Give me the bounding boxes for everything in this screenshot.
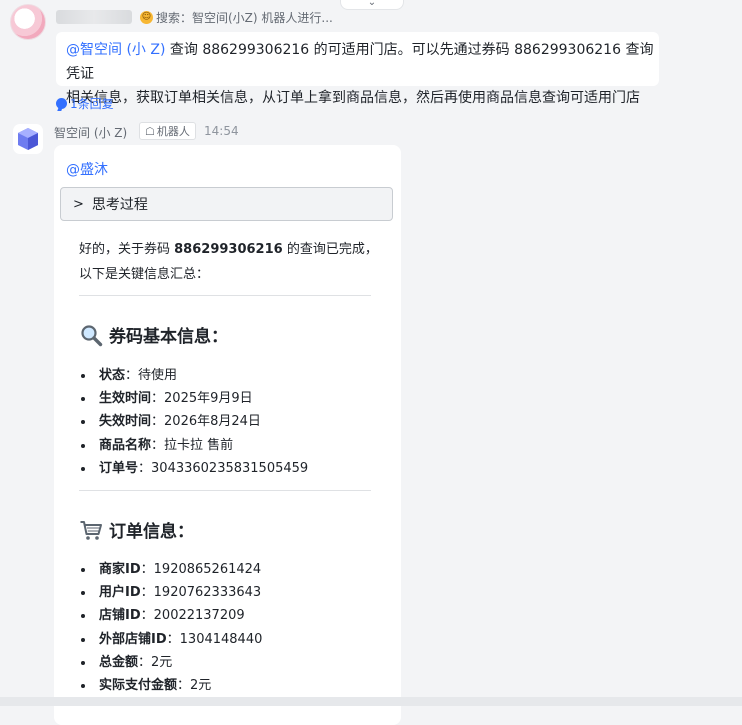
bot-avatar[interactable] <box>13 124 43 154</box>
list-item: 总金额：2元 <box>79 651 379 674</box>
chevron-right-icon: > <box>73 196 84 212</box>
chevron-down-icon: ⌄ <box>367 0 377 8</box>
user-message-text: @智空间 (小 Z) 查询 886299306216 的可适用门店。可以先通过券… <box>66 42 654 106</box>
coupon-info-heading: 券码基本信息： <box>79 322 228 347</box>
sender-status: ☺ 搜索：智空间(小Z) 机器人进行... <box>140 11 333 25</box>
list-item: 实际支付金额：2元 <box>79 674 379 697</box>
order-info-heading: 订单信息： <box>79 517 194 542</box>
list-item: 外部店铺ID：1304148440 <box>79 628 379 651</box>
smile-emoji-icon: ☺ <box>140 11 153 24</box>
cube-logo-icon <box>18 128 38 150</box>
thinking-process-toggle[interactable]: > 思考过程 <box>60 187 393 221</box>
bottom-scroll-edge <box>0 697 742 706</box>
reply-intro: 好的，关于券码 886299306216 的查询已完成， 以下是关键信息汇总： <box>79 242 378 282</box>
list-item: 失效时间：2026年8月24日 <box>79 410 379 433</box>
comment-icon <box>56 98 67 109</box>
order-info-list: 商家ID：1920865261424 用户ID：1920762333643 店铺… <box>79 558 379 697</box>
coupon-info-list: 状态：待使用 生效时间：2025年9月9日 失效时间：2026年8月24日 商品… <box>79 364 379 480</box>
bot-badge: ☖ 机器人 <box>139 122 196 140</box>
list-item: 状态：待使用 <box>79 364 379 387</box>
list-item: 店铺ID：20022137209 <box>79 604 379 627</box>
list-item: 商家ID：1920865261424 <box>79 558 379 581</box>
divider <box>79 490 371 491</box>
list-item: 商品名称：拉卡拉 售前 <box>79 434 379 457</box>
mention-bot-link[interactable]: @智空间 (小 Z) <box>66 42 165 58</box>
message-timestamp: 14:54 <box>204 124 239 138</box>
magnifier-icon <box>81 324 103 346</box>
divider <box>79 295 371 296</box>
collapse-toggle[interactable]: ⌄ <box>340 0 404 10</box>
list-item: 订单号：3043360235831505459 <box>79 457 379 480</box>
sender-name-redacted <box>56 10 132 24</box>
mention-user-link[interactable]: @盛沐 <box>66 159 108 179</box>
list-item: 生效时间：2025年9月9日 <box>79 387 379 410</box>
user-avatar[interactable] <box>10 4 46 40</box>
bot-name[interactable]: 智空间 (小 Z) <box>54 124 127 141</box>
list-item: 用户ID：1920762333643 <box>79 581 379 604</box>
reply-count-link[interactable]: 1条回复 <box>56 95 114 112</box>
robot-icon: ☖ <box>145 124 155 138</box>
shopping-cart-icon <box>80 520 102 540</box>
